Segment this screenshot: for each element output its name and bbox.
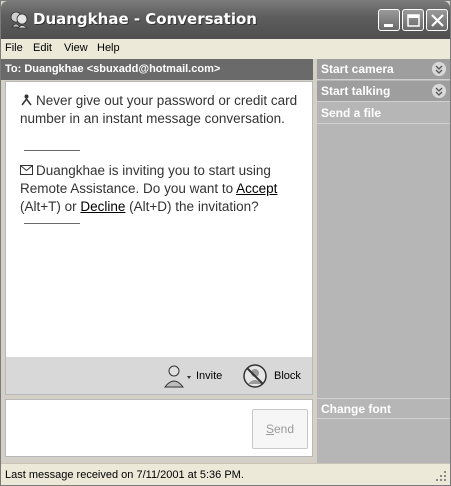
send-label-rest: end [273,422,295,436]
sidebar-item-label: Start talking [321,84,391,98]
action-bar: Invite Block [5,357,313,395]
minimize-button[interactable] [378,9,400,31]
resize-grip-icon[interactable] [435,470,447,482]
block-button[interactable]: Block [242,363,301,389]
warning-message: Never give out your password or credit c… [20,92,308,128]
menu-view[interactable]: View [64,42,88,54]
warning-text: Never give out your password or credit c… [20,93,298,126]
person-warning-icon [21,94,32,106]
invitation-message: Duangkhae is inviting you to start using… [20,162,308,216]
sidebar-item-label: Start camera [321,62,394,76]
invitation-intro: Duangkhae is inviting you to start using… [20,163,271,196]
sidebar-item-start-camera[interactable]: Start camera [317,59,450,80]
block-icon [243,364,267,388]
block-label: Block [274,369,301,382]
invite-button[interactable]: Invite [162,363,222,389]
sidebar-item-label: Change font [321,402,391,416]
send-button[interactable]: Send [252,409,308,449]
status-bar: Last message received on 7/11/2001 at 5:… [1,463,450,485]
menu-bar: File Edit View Help [1,39,450,59]
close-icon [431,14,444,27]
message-input[interactable]: Send [5,399,313,457]
to-bar: To: Duangkhae <sbuxadd@hotmail.com> [1,59,313,80]
window-title: Duangkhae - Conversation [33,10,257,28]
menu-help[interactable]: Help [97,42,120,54]
maximize-icon [407,14,420,27]
invite-label: Invite [196,369,223,382]
menu-file[interactable]: File [5,42,23,54]
sidebar-item-label: Send a file [321,106,382,120]
send-mnemonic: S [265,422,274,436]
msn-messenger-icon [10,11,28,29]
message-separator [24,150,80,151]
maximize-button[interactable] [402,9,424,31]
accept-shortcut: (Alt+T) or [20,199,81,214]
sidebar: Start camera Start talking Send a file C… [317,59,450,463]
decline-shortcut: (Alt+D) the invitation? [125,199,259,214]
menu-edit[interactable]: Edit [33,42,52,54]
message-history: Never give out your password or credit c… [5,81,313,357]
sidebar-item-change-font[interactable]: Change font [317,398,450,419]
accept-link[interactable]: Accept [236,181,277,196]
title-bar[interactable]: Duangkhae - Conversation [1,1,450,39]
envelope-icon [20,165,33,175]
status-text: Last message received on 7/11/2001 at 5:… [5,469,244,481]
sidebar-item-start-talking[interactable]: Start talking [317,81,450,102]
message-separator [24,223,80,224]
chevron-down-icon[interactable] [432,84,446,98]
close-button[interactable] [426,9,448,31]
minimize-icon [384,24,393,27]
sidebar-item-send-file[interactable]: Send a file [317,103,450,124]
invite-person-icon [163,365,191,388]
decline-link[interactable]: Decline [80,199,125,214]
conversation-window: Duangkhae - Conversation File Edit View … [0,0,451,486]
chevron-down-icon[interactable] [432,62,446,76]
